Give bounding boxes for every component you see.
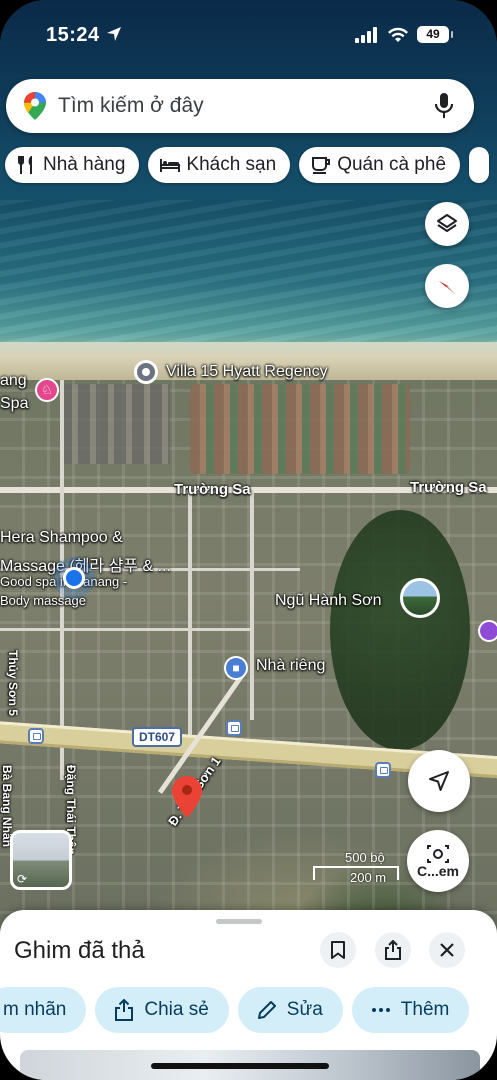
villa-label[interactable]: Villa 15 Hyatt Regency <box>166 363 328 381</box>
action-label: Thêm <box>400 999 450 1020</box>
action-buttons-row: m nhãn Chia sẻ Sửa Thêm <box>0 987 470 1033</box>
share-icon <box>385 940 401 960</box>
time-text: 15:24 <box>46 24 100 46</box>
battery-icon: 49 <box>417 26 453 43</box>
spa-label-partial[interactable]: Spa <box>0 395 28 413</box>
search-input[interactable] <box>58 79 428 133</box>
action-label: Chia sẻ <box>144 999 209 1020</box>
lens-button[interactable]: C...em <box>407 830 469 892</box>
ngu-hanh-son-photo-pin[interactable] <box>400 578 440 618</box>
street-view-icon: ⟳ <box>17 872 28 886</box>
ngu-hanh-son-label[interactable]: Ngũ Hành Sơn <box>275 592 382 610</box>
hotel-icon <box>160 159 181 172</box>
hera-spa-description[interactable]: Body massage <box>0 593 86 608</box>
resort-buildings <box>190 384 410 474</box>
status-bar: 15:24 49 <box>0 22 497 52</box>
search-bar[interactable] <box>6 79 474 133</box>
mountain-area <box>330 510 470 750</box>
hera-spa-label[interactable]: Hera Shampoo & <box>0 529 123 547</box>
chip-label: Nhà hàng <box>43 154 126 175</box>
google-maps-logo-icon <box>24 92 46 120</box>
home-indicator[interactable] <box>151 1063 329 1069</box>
status-icons: 49 <box>355 26 453 43</box>
chip-more[interactable] <box>469 147 490 183</box>
bus-stop-icon[interactable] <box>375 762 391 778</box>
save-button[interactable] <box>320 932 356 968</box>
waves <box>0 200 497 350</box>
signal-icon <box>355 26 377 43</box>
scale-label-lower: 200 m <box>350 870 387 885</box>
phone-screen: Villa 15 Hyatt Regency ang Spa ♘ Trường … <box>0 0 497 1080</box>
navigation-arrow-icon <box>429 771 449 791</box>
chip-hotels[interactable]: Khách sạn <box>148 147 291 183</box>
chip-label: Quán cà phê <box>337 154 447 175</box>
road <box>250 490 254 720</box>
sheet-title: Ghim đã thả <box>14 937 145 964</box>
buildings-west <box>60 384 170 464</box>
location-arrow-icon <box>106 27 121 41</box>
home-poi-icon[interactable]: ■ <box>224 656 248 680</box>
compass-icon <box>439 281 455 294</box>
road <box>0 628 250 631</box>
coffee-icon <box>312 157 331 174</box>
chip-restaurants[interactable]: Nhà hàng <box>5 147 140 183</box>
bottom-sheet[interactable]: Ghim đã thả m nhãn Chia sẻ Sửa Thêm <box>0 910 497 1080</box>
compass-button[interactable] <box>425 264 469 308</box>
street-view-thumbnail[interactable]: ⟳ <box>10 830 72 890</box>
edit-button[interactable]: Sửa <box>237 987 343 1033</box>
my-location-dot <box>63 567 85 589</box>
layers-button[interactable] <box>425 202 469 246</box>
spa-label-partial[interactable]: ang <box>0 372 27 390</box>
microphone-icon[interactable] <box>434 93 454 119</box>
share-icon <box>115 999 134 1021</box>
sheet-drag-handle[interactable] <box>216 919 262 924</box>
share-action-button[interactable]: Chia sẻ <box>95 987 229 1033</box>
street-label-truong-sa: Trường Sa <box>174 481 251 498</box>
more-icon <box>371 1008 390 1012</box>
layers-icon <box>437 214 457 232</box>
road <box>188 490 192 740</box>
action-label: m nhãn <box>3 999 67 1020</box>
status-time: 15:24 <box>46 24 122 47</box>
pencil-icon <box>257 1001 276 1019</box>
bus-stop-icon[interactable] <box>28 728 44 744</box>
lens-label: C...em <box>416 863 459 879</box>
dropped-pin-icon[interactable] <box>172 776 202 818</box>
spa-poi-icon[interactable]: ♘ <box>35 378 59 402</box>
restaurant-icon <box>18 156 32 174</box>
chip-label: Khách sạn <box>186 154 277 175</box>
nha-rieng-label[interactable]: Nhà riêng <box>256 657 325 675</box>
share-button[interactable] <box>375 932 411 968</box>
close-button[interactable] <box>429 932 465 968</box>
close-icon <box>440 943 454 957</box>
bookmark-icon <box>331 941 345 959</box>
category-chips: Nhà hàng Khách sạn Quán cà phê <box>5 147 490 183</box>
route-badge-dt607: DT607 <box>132 727 183 747</box>
villa-poi-marker[interactable] <box>134 360 158 384</box>
camera-search-icon <box>427 845 449 863</box>
my-location-button[interactable] <box>408 750 470 812</box>
bus-stop-icon[interactable] <box>226 720 242 736</box>
street-label-truong-sa: Trường Sa <box>410 479 487 496</box>
scale-label-upper: 500 bộ <box>345 850 385 865</box>
more-button[interactable]: Thêm <box>351 987 470 1033</box>
action-label: Sửa <box>286 999 323 1020</box>
label-button[interactable]: m nhãn <box>0 987 87 1033</box>
chip-cafes[interactable]: Quán cà phê <box>299 147 461 183</box>
street-label-thuy-son: Thủy Sơn 5 <box>6 650 20 716</box>
purple-poi-marker[interactable] <box>478 620 497 642</box>
hera-spa-label[interactable]: Massage (헤라 샴푸 & ... <box>0 552 171 576</box>
wifi-icon <box>388 27 408 42</box>
